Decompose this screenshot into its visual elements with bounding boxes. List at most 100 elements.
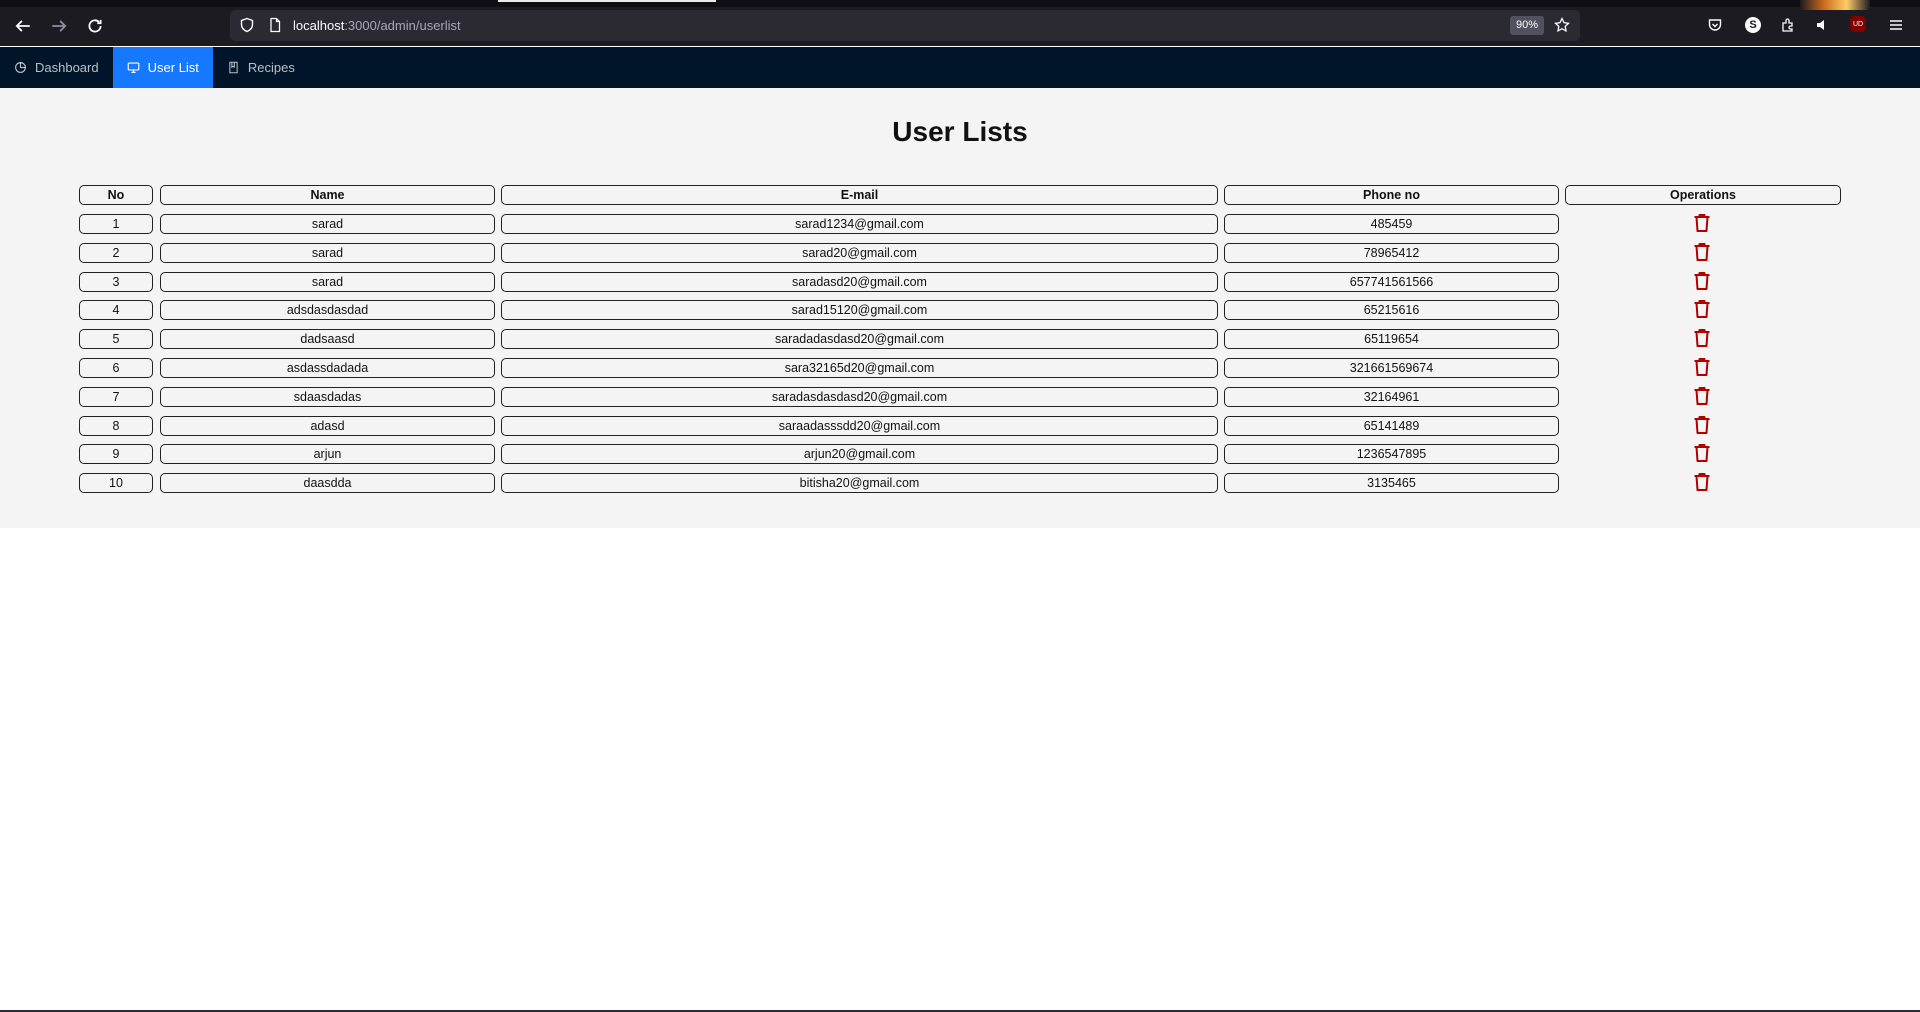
nav-item-user-list[interactable]: User List bbox=[112, 47, 213, 88]
cell-no: 5 bbox=[79, 329, 153, 349]
reload-button[interactable] bbox=[82, 13, 108, 39]
delete-user-button[interactable] bbox=[1692, 442, 1712, 464]
cell-name: dadsaasd bbox=[160, 329, 495, 349]
ublock-origin-icon[interactable]: UD bbox=[1850, 16, 1866, 32]
trash-icon bbox=[1694, 473, 1710, 491]
cell-phone: 78965412 bbox=[1224, 243, 1559, 263]
reload-icon bbox=[88, 19, 102, 33]
page-title: User Lists bbox=[892, 116, 1028, 147]
delete-user-button[interactable] bbox=[1692, 298, 1712, 320]
active-tab-indicator[interactable] bbox=[498, 0, 716, 2]
app-navigation-menu: Dashboard User List Recipes bbox=[0, 47, 1920, 88]
page-icon[interactable] bbox=[267, 17, 283, 33]
cell-phone: 65141489 bbox=[1224, 416, 1559, 436]
browser-toolbar: localhost:3000/admin/userlist 90% S UD bbox=[0, 0, 1920, 46]
audio-muted-icon[interactable] bbox=[1815, 17, 1831, 33]
cell-email: sarad1234@gmail.com bbox=[501, 214, 1218, 234]
cell-name: adasd bbox=[160, 416, 495, 436]
nav-item-dashboard[interactable]: Dashboard bbox=[0, 47, 113, 88]
cell-email: saradasdasdasd20@gmail.com bbox=[501, 387, 1218, 407]
nav-item-recipes[interactable]: Recipes bbox=[213, 47, 309, 88]
shield-icon[interactable] bbox=[239, 17, 255, 33]
url-path: :3000/admin/userlist bbox=[344, 18, 461, 33]
column-header-operations[interactable]: Operations bbox=[1565, 185, 1841, 205]
trash-icon bbox=[1694, 243, 1710, 261]
url-bar[interactable]: localhost:3000/admin/userlist 90% bbox=[230, 10, 1580, 41]
cell-name: sdaasdadas bbox=[160, 387, 495, 407]
cell-no: 8 bbox=[79, 416, 153, 436]
forward-arrow-icon bbox=[52, 20, 67, 32]
tab-strip bbox=[0, 0, 1920, 7]
cell-name: arjun bbox=[160, 444, 495, 464]
cell-name: sarad bbox=[160, 214, 495, 234]
delete-user-button[interactable] bbox=[1692, 471, 1712, 493]
pocket-icon[interactable] bbox=[1707, 17, 1723, 33]
cell-no: 10 bbox=[79, 473, 153, 493]
cell-no: 7 bbox=[79, 387, 153, 407]
nav-item-label: User List bbox=[147, 60, 199, 75]
trash-icon bbox=[1694, 358, 1710, 376]
cell-email: sara32165d20@gmail.com bbox=[501, 358, 1218, 378]
trash-icon bbox=[1694, 214, 1710, 232]
main-content: User Lists No Name E-mail Phone no Opera… bbox=[0, 88, 1920, 528]
extensions-icon[interactable] bbox=[1780, 17, 1796, 33]
cell-no: 4 bbox=[79, 300, 153, 320]
column-header-name[interactable]: Name bbox=[160, 185, 495, 205]
cell-name: sarad bbox=[160, 272, 495, 292]
cell-no: 9 bbox=[79, 444, 153, 464]
zoom-level-badge[interactable]: 90% bbox=[1510, 16, 1545, 35]
cell-email: sarad20@gmail.com bbox=[501, 243, 1218, 263]
back-button[interactable] bbox=[10, 13, 36, 39]
account-avatar[interactable]: S bbox=[1745, 17, 1761, 33]
delete-user-button[interactable] bbox=[1692, 414, 1712, 436]
cell-email: saradadasdasd20@gmail.com bbox=[501, 329, 1218, 349]
cell-no: 1 bbox=[79, 214, 153, 234]
bookmark-star-icon[interactable] bbox=[1554, 17, 1570, 33]
cell-phone: 3135465 bbox=[1224, 473, 1559, 493]
delete-user-button[interactable] bbox=[1692, 356, 1712, 378]
nav-item-label: Dashboard bbox=[35, 60, 99, 75]
cell-email: bitisha20@gmail.com bbox=[501, 473, 1218, 493]
cell-email: saraadasssdd20@gmail.com bbox=[501, 416, 1218, 436]
cell-phone: 65119654 bbox=[1224, 329, 1559, 349]
cell-phone: 321661569674 bbox=[1224, 358, 1559, 378]
column-header-phone[interactable]: Phone no bbox=[1224, 185, 1559, 205]
cell-no: 2 bbox=[79, 243, 153, 263]
trash-icon bbox=[1694, 416, 1710, 434]
column-header-no[interactable]: No bbox=[79, 185, 153, 205]
cell-name: adsdasdasdad bbox=[160, 300, 495, 320]
trash-icon bbox=[1694, 387, 1710, 405]
back-arrow-icon bbox=[15, 20, 30, 32]
cell-name: daasdda bbox=[160, 473, 495, 493]
theme-decoration bbox=[1800, 0, 1870, 10]
menu-hamburger-icon[interactable] bbox=[1888, 17, 1904, 33]
nav-item-label: Recipes bbox=[247, 60, 295, 75]
trash-icon bbox=[1694, 329, 1710, 347]
delete-user-button[interactable] bbox=[1692, 327, 1712, 349]
delete-user-button[interactable] bbox=[1692, 212, 1712, 234]
delete-user-button[interactable] bbox=[1692, 385, 1712, 407]
cell-phone: 657741561566 bbox=[1224, 272, 1559, 292]
trash-icon bbox=[1694, 272, 1710, 290]
url-host: localhost bbox=[293, 18, 345, 33]
cell-phone: 32164961 bbox=[1224, 387, 1559, 407]
trash-icon bbox=[1694, 444, 1710, 462]
url-text[interactable]: localhost:3000/admin/userlist bbox=[293, 18, 461, 33]
column-header-email[interactable]: E-mail bbox=[501, 185, 1218, 205]
cell-email: sarad15120@gmail.com bbox=[501, 300, 1218, 320]
cell-no: 6 bbox=[79, 358, 153, 378]
trash-icon bbox=[1694, 300, 1710, 318]
cell-name: sarad bbox=[160, 243, 495, 263]
cell-phone: 65215616 bbox=[1224, 300, 1559, 320]
cell-phone: 485459 bbox=[1224, 214, 1559, 234]
cell-name: asdassdadada bbox=[160, 358, 495, 378]
delete-user-button[interactable] bbox=[1692, 241, 1712, 263]
cell-email: saradasd20@gmail.com bbox=[501, 272, 1218, 292]
delete-user-button[interactable] bbox=[1692, 270, 1712, 292]
forward-button[interactable] bbox=[46, 13, 72, 39]
cell-phone: 1236547895 bbox=[1224, 444, 1559, 464]
book-icon bbox=[229, 61, 238, 74]
desktop-icon bbox=[127, 62, 139, 73]
pie-chart-icon bbox=[15, 62, 26, 73]
cell-email: arjun20@gmail.com bbox=[501, 444, 1218, 464]
